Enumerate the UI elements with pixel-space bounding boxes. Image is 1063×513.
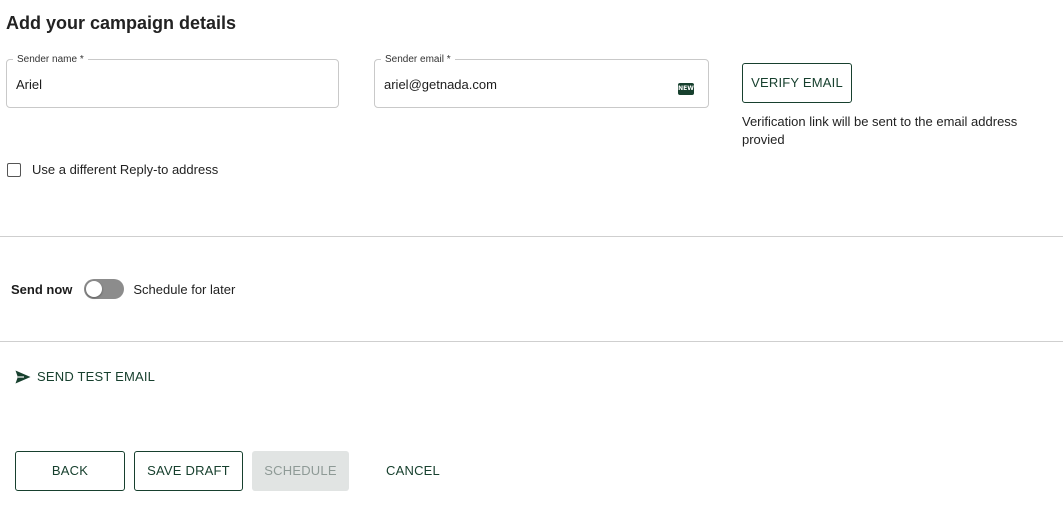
reply-to-option[interactable]: Use a different Reply-to address — [7, 162, 218, 177]
page-title: Add your campaign details — [6, 13, 237, 33]
verification-note: Verification link will be sent to the em… — [742, 114, 1018, 147]
schedule-toggle[interactable] — [84, 279, 125, 299]
campaign-details-page: Add your campaign details Sender name * … — [0, 0, 1063, 513]
schedule-later-label: Schedule for later — [133, 281, 236, 297]
verify-email-button[interactable]: VERIFY EMAIL — [742, 63, 852, 103]
section-divider — [0, 236, 1063, 237]
sender-name-label: Sender name * — [13, 54, 88, 66]
send-test-email-button[interactable]: SEND TEST EMAIL — [15, 369, 155, 384]
sender-name-field[interactable]: Sender name * — [6, 54, 339, 108]
new-badge-icon: NEW — [678, 83, 694, 95]
schedule-row: Send now Schedule for later — [11, 278, 235, 300]
toggle-knob — [86, 281, 103, 297]
section-divider — [0, 341, 1063, 342]
back-button[interactable]: BACK — [15, 451, 125, 491]
sender-email-field[interactable]: Sender email * NEW — [374, 54, 709, 108]
reply-to-label: Use a different Reply-to address — [32, 162, 219, 177]
sender-email-input[interactable] — [384, 75, 664, 93]
sender-email-label: Sender email * — [381, 54, 455, 66]
send-test-email-label: SEND TEST EMAIL — [37, 369, 156, 384]
save-draft-button[interactable]: SAVE DRAFT — [134, 451, 243, 491]
reply-to-checkbox[interactable] — [7, 162, 21, 177]
cancel-button[interactable]: CANCEL — [373, 451, 453, 491]
schedule-button[interactable]: SCHEDULE — [252, 451, 349, 491]
send-icon — [15, 370, 31, 383]
send-now-label: Send now — [11, 281, 73, 297]
sender-name-input[interactable] — [16, 75, 296, 93]
